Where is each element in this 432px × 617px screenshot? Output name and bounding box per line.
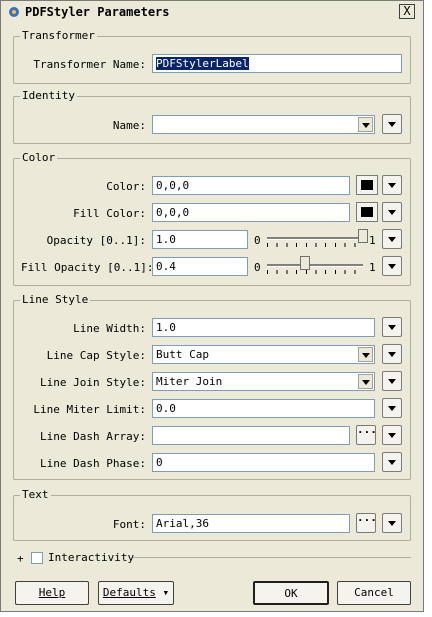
chevron-down-icon: ▾: [162, 586, 170, 599]
line-width-value: 1.0: [156, 321, 176, 334]
title-bar: PDFStyler Parameters X: [1, 1, 423, 23]
font-ellipsis-button[interactable]: ···: [356, 513, 377, 533]
chevron-down-icon: [358, 117, 373, 132]
line-cap-label: Line Cap Style:: [46, 349, 146, 362]
identity-menu-button[interactable]: [382, 114, 402, 134]
line-join-label: Line Join Style:: [40, 376, 146, 389]
fill-opacity-slider-max: 1: [369, 261, 376, 274]
line-width-menu-button[interactable]: [382, 317, 402, 337]
interactivity-checkbox[interactable]: [31, 552, 43, 564]
transformer-name-input[interactable]: PDFStylerLabel: [152, 54, 402, 73]
opacity-menu-button[interactable]: [382, 229, 402, 249]
fill-color-label: Fill Color:: [73, 207, 146, 220]
line-dash-phase-label: Line Dash Phase:: [40, 457, 146, 470]
identity-legend: Identity: [20, 89, 77, 102]
app-icon: [9, 7, 19, 17]
color-legend: Color: [20, 151, 58, 164]
line-miter-input[interactable]: 0.0: [152, 399, 375, 418]
line-miter-menu-button[interactable]: [382, 398, 402, 418]
interactivity-label: Interactivity: [48, 551, 135, 564]
ellipsis-icon: ···: [357, 426, 377, 439]
identity-name-label: Name:: [112, 119, 146, 132]
line-miter-value: 0.0: [156, 402, 176, 415]
fill-color-menu-button[interactable]: [382, 202, 402, 222]
interactivity-separator: [133, 557, 411, 558]
transformer-name-value: PDFStylerLabel: [156, 57, 249, 70]
color-menu-button[interactable]: [382, 175, 402, 195]
color-label: Color:: [106, 180, 146, 193]
identity-name-select[interactable]: [152, 115, 375, 134]
ok-button-label: OK: [284, 587, 298, 600]
line-dash-array-ellipsis-button[interactable]: ···: [356, 425, 377, 445]
font-menu-button[interactable]: [382, 513, 402, 533]
chevron-down-icon: [358, 374, 373, 389]
line-cap-menu-button[interactable]: [382, 344, 402, 364]
fill-opacity-input[interactable]: 0.4: [152, 257, 248, 276]
line-dash-array-menu-button[interactable]: [382, 425, 402, 445]
font-value: Arial,36: [156, 517, 209, 530]
fill-color-swatch: [361, 207, 373, 217]
chevron-down-icon: [358, 347, 373, 362]
opacity-slider-thumb[interactable]: [358, 229, 368, 243]
line-join-value: Miter Join: [156, 375, 223, 388]
opacity-slider[interactable]: [267, 229, 368, 249]
line-join-select[interactable]: Miter Join: [152, 372, 375, 391]
opacity-slider-min: 0: [254, 234, 261, 247]
line-dash-phase-value: 0: [156, 456, 163, 469]
close-icon: X: [403, 4, 411, 18]
fill-opacity-label: Fill Opacity [0..1]:: [21, 261, 154, 274]
window-title: PDFStyler Parameters: [25, 5, 170, 19]
help-button[interactable]: Help: [15, 581, 89, 605]
fill-opacity-slider[interactable]: [267, 256, 363, 276]
line-width-input[interactable]: 1.0: [152, 318, 375, 337]
opacity-slider-track: [267, 237, 363, 240]
line-cap-select[interactable]: Butt Cap: [152, 345, 375, 364]
text-legend: Text: [20, 488, 51, 501]
ok-button[interactable]: OK: [253, 581, 329, 605]
line-dash-array-input[interactable]: [152, 426, 350, 445]
close-button[interactable]: X: [399, 4, 415, 19]
transformer-legend: Transformer: [20, 29, 97, 42]
color-value: 0,0,0: [156, 179, 190, 192]
font-input[interactable]: Arial,36: [152, 514, 350, 533]
line-dash-phase-input[interactable]: 0: [152, 453, 375, 472]
color-swatch: [361, 180, 373, 190]
line-dash-phase-menu-button[interactable]: [382, 452, 402, 472]
line-cap-value: Butt Cap: [156, 348, 209, 361]
line-dash-array-label: Line Dash Array:: [40, 430, 146, 443]
fill-color-value: 0,0,0: [156, 206, 190, 219]
interactivity-expand-icon[interactable]: +: [17, 552, 24, 565]
defaults-button-label: Defaults: [102, 586, 156, 599]
color-swatch-button[interactable]: [356, 175, 378, 195]
fill-color-swatch-button[interactable]: [356, 202, 378, 222]
cancel-button[interactable]: Cancel: [337, 581, 411, 605]
transformer-name-label: Transformer Name:: [33, 58, 146, 71]
pdfstyler-dialog: PDFStyler Parameters X Transformer Trans…: [0, 0, 424, 612]
fill-opacity-menu-button[interactable]: [382, 256, 402, 276]
fill-color-input[interactable]: 0,0,0: [152, 203, 350, 222]
ellipsis-icon: ···: [357, 514, 377, 527]
help-button-label: Help: [38, 586, 66, 599]
fill-opacity-slider-ticks: [267, 270, 363, 274]
line-miter-label: Line Miter Limit:: [33, 403, 146, 416]
fill-opacity-slider-track: [267, 264, 363, 267]
opacity-slider-max: 1: [369, 234, 376, 247]
fill-opacity-value: 0.4: [156, 260, 176, 273]
line-style-legend: Line Style: [20, 293, 91, 306]
fill-opacity-slider-min: 0: [254, 261, 261, 274]
line-join-menu-button[interactable]: [382, 371, 402, 391]
opacity-label: Opacity [0..1]:: [46, 234, 146, 247]
opacity-slider-ticks: [267, 243, 363, 247]
opacity-input[interactable]: 1.0: [152, 230, 248, 249]
defaults-button[interactable]: Defaults ▾: [98, 581, 174, 605]
fill-opacity-slider-thumb[interactable]: [300, 256, 311, 270]
opacity-value: 1.0: [156, 233, 176, 246]
cancel-button-label: Cancel: [354, 586, 394, 599]
font-label: Font:: [112, 518, 146, 531]
line-width-label: Line Width:: [73, 322, 146, 335]
color-input[interactable]: 0,0,0: [152, 176, 350, 195]
